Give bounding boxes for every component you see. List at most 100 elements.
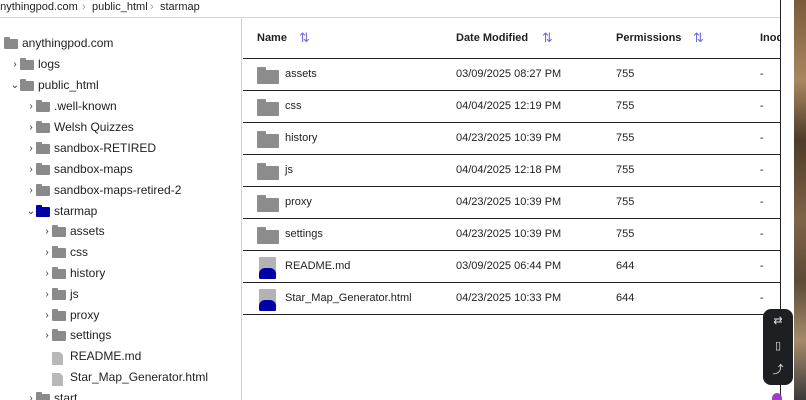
book-icon[interactable]: ▯	[772, 340, 784, 352]
tree-item[interactable]: › Welsh Quizzes	[0, 117, 241, 138]
cell-permissions: 755	[616, 132, 635, 144]
folder-icon	[36, 184, 50, 196]
chevron-right-icon[interactable]: ›	[42, 305, 52, 326]
table-row[interactable]: js 04/04/2025 12:18 PM 755 -	[243, 155, 781, 187]
tree-item[interactable]: › settings	[0, 325, 241, 346]
chevron-right-icon[interactable]: ›	[42, 284, 52, 305]
cell-name: history	[285, 132, 318, 144]
chevron-right-icon[interactable]: ›	[26, 159, 36, 180]
cell-date: 04/23/2025 10:39 PM	[456, 132, 562, 144]
table-row[interactable]: css 04/04/2025 12:19 PM 755 -	[243, 91, 781, 123]
folder-tree: anythingpod.com › logs ⌄ public_html › .well-k…	[0, 18, 241, 400]
cell-date: 03/09/2025 06:44 PM	[456, 260, 562, 272]
tree-item-label: js	[70, 287, 79, 301]
tree-item-label: assets	[70, 224, 105, 238]
breadcrumb-item[interactable]: public_html	[92, 0, 148, 14]
chevron-right-icon[interactable]: ›	[42, 221, 52, 242]
tree-item[interactable]: › history	[0, 263, 241, 284]
cell-date: 04/23/2025 10:39 PM	[456, 196, 562, 208]
file-icon	[259, 289, 276, 311]
chevron-right-icon[interactable]: ›	[42, 325, 52, 346]
breadcrumb: anythingpod.com › public_html › starmap	[0, 0, 780, 16]
chevron-right-icon[interactable]: ›	[10, 54, 20, 75]
cell-inode: -	[760, 292, 764, 304]
breadcrumb-item[interactable]: anythingpod.com	[0, 0, 78, 14]
column-header-date[interactable]: Date Modified	[456, 32, 528, 44]
folder-icon	[52, 309, 66, 321]
pane-divider[interactable]	[241, 18, 242, 400]
tree-item[interactable]: › css	[0, 242, 241, 263]
extension-badge[interactable]	[772, 393, 782, 400]
table-row[interactable]: assets 03/09/2025 08:27 PM 755 -	[243, 59, 781, 91]
sort-icon[interactable]: ⇅	[542, 30, 553, 46]
tree-item-label: settings	[70, 328, 112, 342]
tree-item-label: .well-known	[54, 99, 117, 113]
tree-item[interactable]: README.md	[0, 346, 241, 367]
table-row[interactable]: proxy 04/23/2025 10:39 PM 755 -	[243, 187, 781, 219]
tree-item-label: sandbox-maps-retired-2	[54, 183, 182, 197]
table-row[interactable]: README.md 03/09/2025 06:44 PM 644 -	[243, 251, 781, 283]
cell-date: 04/23/2025 10:33 PM	[456, 292, 562, 304]
column-header-inode[interactable]: Inod	[760, 32, 781, 44]
chevron-right-icon[interactable]: ›	[42, 242, 52, 263]
chevron-down-icon[interactable]: ⌄	[10, 75, 20, 96]
tree-item[interactable]: › proxy	[0, 305, 241, 326]
cell-permissions: 755	[616, 196, 635, 208]
folder-icon	[52, 246, 66, 258]
folder-icon	[52, 225, 66, 237]
tree-item[interactable]: › assets	[0, 221, 241, 242]
cell-name: README.md	[285, 260, 351, 272]
tree-item-label: css	[70, 245, 88, 259]
column-header-name[interactable]: Name	[257, 32, 287, 44]
share-icon[interactable]: ⤴	[772, 364, 784, 376]
chevron-right-icon[interactable]: ›	[26, 138, 36, 159]
chevron-right-icon[interactable]: ›	[26, 96, 36, 117]
tree-item-label: starmap	[54, 204, 98, 218]
chevron-right-icon[interactable]: ›	[26, 180, 36, 201]
tree-item[interactable]: ⌄ starmap	[0, 201, 241, 222]
tree-item[interactable]: ⌄ public_html	[0, 75, 241, 96]
file-icon	[259, 257, 276, 279]
chevron-right-icon[interactable]: ›	[26, 388, 36, 400]
tree-item[interactable]: › sandbox-maps	[0, 159, 241, 180]
tree-item[interactable]: › js	[0, 284, 241, 305]
column-header-permissions[interactable]: Permissions	[616, 32, 681, 44]
folder-icon	[52, 267, 66, 279]
sort-icon[interactable]: ⇅	[299, 30, 310, 46]
sort-icon[interactable]: ⇅	[693, 30, 704, 46]
translate-icon[interactable]: ⇄	[772, 315, 784, 327]
folder-icon	[36, 100, 50, 112]
folder-icon	[36, 121, 50, 133]
tree-item-label: start	[54, 391, 78, 400]
tree-item[interactable]: anythingpod.com	[0, 33, 241, 54]
tree-item-label: Star_Map_Generator.html	[70, 370, 209, 384]
chevron-down-icon[interactable]: ⌄	[26, 201, 36, 222]
folder-icon	[20, 58, 34, 70]
folder-icon	[257, 195, 279, 212]
tree-item[interactable]: › sandbox-RETIRED	[0, 138, 241, 159]
tree-item[interactable]: › sandbox-maps-retired-2	[0, 180, 241, 201]
table-row[interactable]: history 04/23/2025 10:39 PM 755 -	[243, 123, 781, 155]
cell-inode: -	[760, 132, 764, 144]
cell-date: 04/04/2025 12:19 PM	[456, 100, 562, 112]
tree-item[interactable]: › start	[0, 388, 241, 400]
tree-item-label: sandbox-maps	[54, 162, 133, 176]
file-icon	[52, 373, 63, 386]
table-row[interactable]: settings 04/23/2025 10:39 PM 755 -	[243, 219, 781, 251]
tree-item[interactable]: › logs	[0, 54, 241, 75]
tree-item-label: proxy	[70, 308, 100, 322]
tree-item[interactable]: Star_Map_Generator.html	[0, 367, 241, 388]
cell-name: proxy	[285, 196, 312, 208]
chevron-right-icon[interactable]: ›	[42, 263, 52, 284]
chevron-right-icon[interactable]: ›	[26, 117, 36, 138]
folder-icon	[257, 99, 279, 116]
cell-inode: -	[760, 100, 764, 112]
tree-item[interactable]: › .well-known	[0, 96, 241, 117]
cell-name: Star_Map_Generator.html	[285, 292, 412, 304]
table-row[interactable]: Star_Map_Generator.html 04/23/2025 10:33 …	[243, 283, 781, 315]
file-table: Name ⇅ Date Modified ⇅ Permissions ⇅ Ino…	[243, 18, 781, 400]
folder-icon	[36, 142, 50, 154]
breadcrumb-item[interactable]: starmap	[160, 0, 200, 14]
cell-inode: -	[760, 228, 764, 240]
folder-icon	[4, 37, 18, 49]
